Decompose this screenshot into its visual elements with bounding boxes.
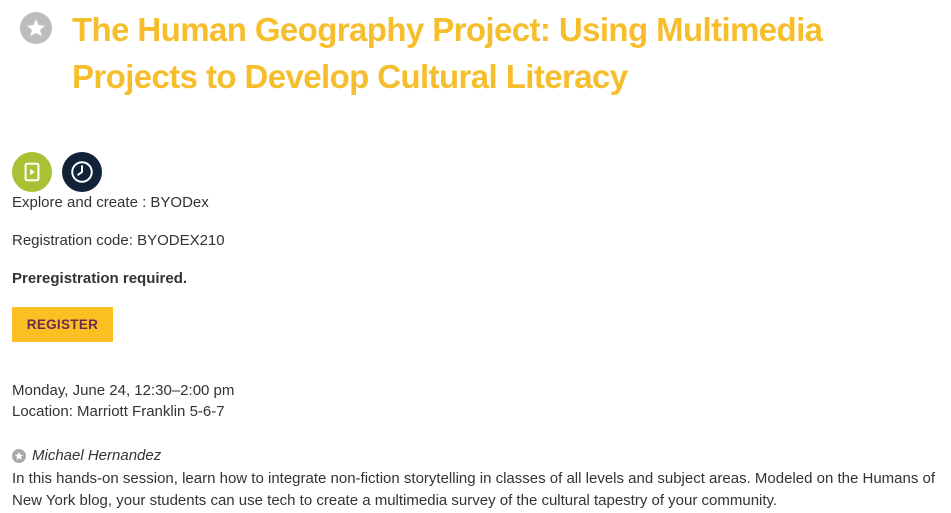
- speaker-name[interactable]: Michael Hernandez: [32, 446, 161, 466]
- favorite-star-icon[interactable]: [20, 12, 52, 44]
- session-datetime: Monday, June 24, 12:30–2:00 pm: [12, 382, 235, 399]
- preregistration-notice: Preregistration required.: [12, 270, 188, 287]
- star-icon[interactable]: [12, 449, 26, 463]
- speaker-row: Michael Hernandez: [12, 446, 161, 466]
- registration-code: Registration code: BYODEX210: [12, 232, 225, 249]
- register-button[interactable]: REGISTER: [12, 307, 113, 342]
- explore-category: Explore and create : BYODex: [12, 194, 209, 211]
- session-location: Location: Marriott Franklin 5-6-7: [12, 403, 225, 420]
- session-title: The Human Geography Project: Using Multi…: [72, 11, 823, 95]
- session-icons: [12, 152, 102, 192]
- play-document-icon: [12, 152, 52, 192]
- clock-icon: [62, 152, 102, 192]
- session-description: In this hands-on session, learn how to i…: [12, 470, 936, 509]
